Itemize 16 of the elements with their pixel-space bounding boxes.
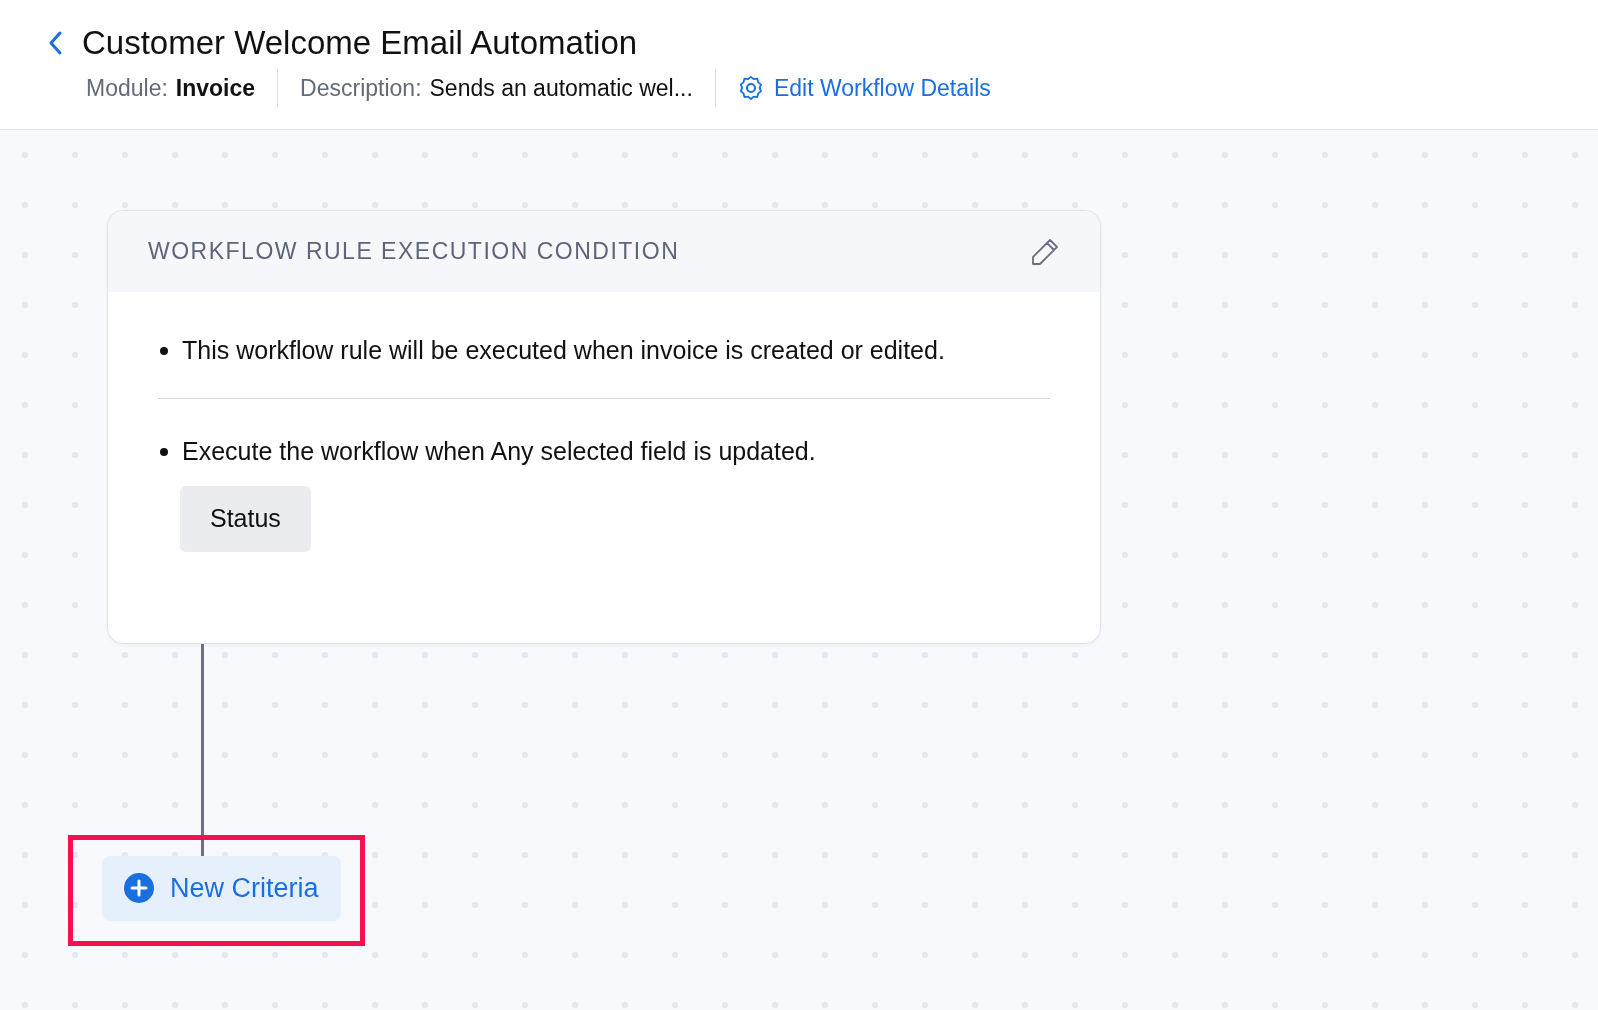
edit-workflow-link[interactable]: Edit Workflow Details <box>715 68 991 107</box>
bullet-icon <box>160 447 168 456</box>
condition-text: This workflow rule will be executed when invoice is created or edited. <box>182 335 945 366</box>
meta-value: Invoice <box>175 73 256 103</box>
page-title: Customer Welcome Email Automation <box>82 23 638 63</box>
bullet-icon <box>160 347 168 355</box>
new-criteria-button[interactable]: New Criteria <box>102 856 341 921</box>
condition-text: Execute the workflow when Any selected field is updated. <box>182 435 816 467</box>
edit-icon[interactable] <box>1030 236 1060 267</box>
field-tag: Status <box>180 486 311 552</box>
gear-icon <box>737 74 764 101</box>
card-title: WORKFLOW RULE EXECUTION CONDITION <box>148 237 680 267</box>
meta-value: Sends an automatic wel... <box>429 73 693 103</box>
meta-label: Description: <box>300 73 422 103</box>
plus-icon <box>124 873 154 904</box>
meta-label: Module: <box>86 73 168 103</box>
